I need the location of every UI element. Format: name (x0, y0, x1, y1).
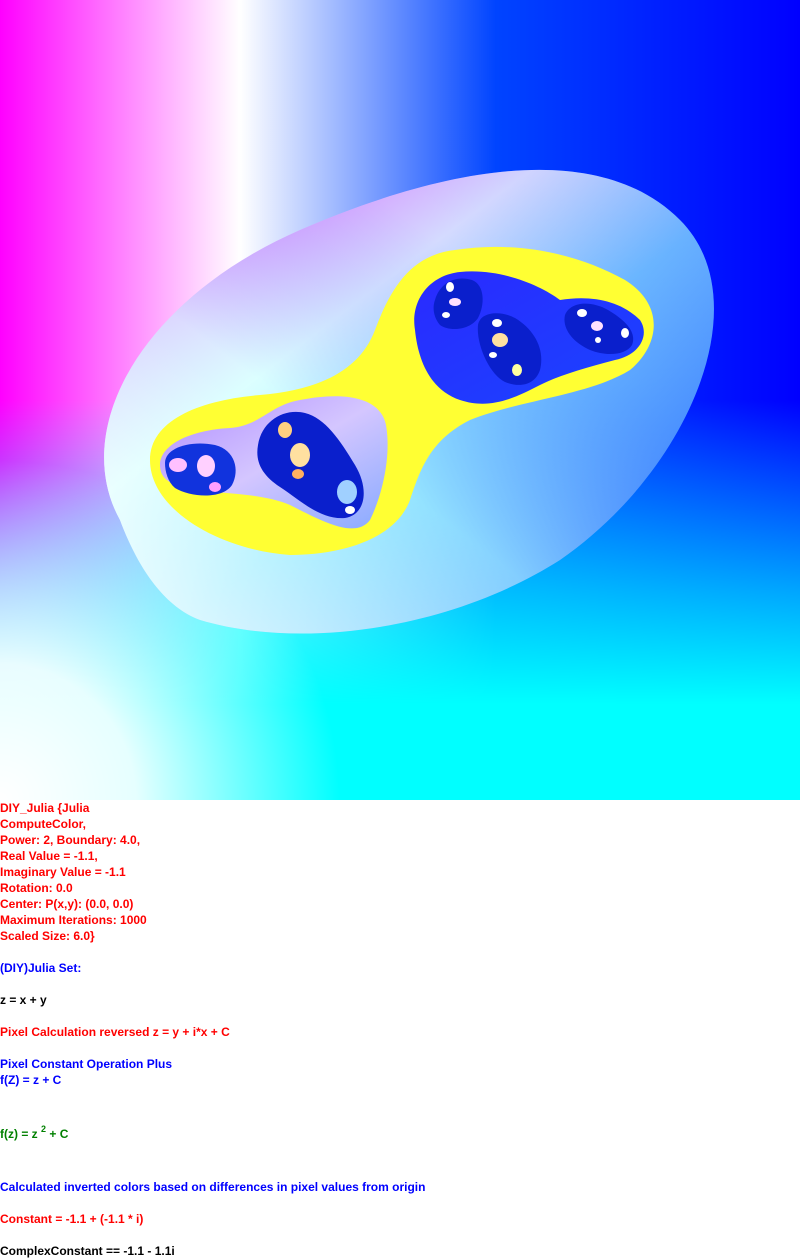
julia-fractal-image (0, 0, 800, 800)
iteration-formula: f(z) = z 2 + C (0, 1120, 800, 1147)
pixel-calculation: Pixel Calculation reversed z = y + i*x +… (0, 1025, 230, 1039)
param-line: Maximum Iterations: 1000 (0, 913, 147, 927)
formula-rhs: + C (46, 1127, 69, 1141)
constant-line: Constant = -1.1 + (-1.1 * i) (0, 1212, 144, 1226)
param-line: Power: 2, Boundary: 4.0, (0, 833, 141, 847)
f-plus-formula: f(Z) = z + C (0, 1073, 62, 1087)
pixel-operation: Pixel Constant Operation Plus (0, 1057, 173, 1071)
set-title: (DIY)Julia Set: (0, 961, 82, 975)
param-line: Center: P(x,y): (0.0, 0.0) (0, 897, 134, 911)
param-line: ComputeColor, (0, 817, 86, 831)
param-line: Rotation: 0.0 (0, 881, 73, 895)
param-line: Imaginary Value = -1.1 (0, 865, 126, 879)
z-definition: z = x + y (0, 993, 47, 1007)
formula-lhs: f(z) = z (0, 1127, 41, 1141)
fractal-shape (104, 169, 714, 634)
param-line: Real Value = -1.1, (0, 849, 98, 863)
color-note: Calculated inverted colors based on diff… (0, 1180, 426, 1194)
param-line: DIY_Julia {Julia (0, 801, 90, 815)
complex-constant-line: ComplexConstant == -1.1 - 1.1i (0, 1244, 175, 1258)
param-line: Scaled Size: 6.0} (0, 929, 95, 943)
info-panel: DIY_Julia {Julia ComputeColor, Power: 2,… (0, 800, 800, 1259)
